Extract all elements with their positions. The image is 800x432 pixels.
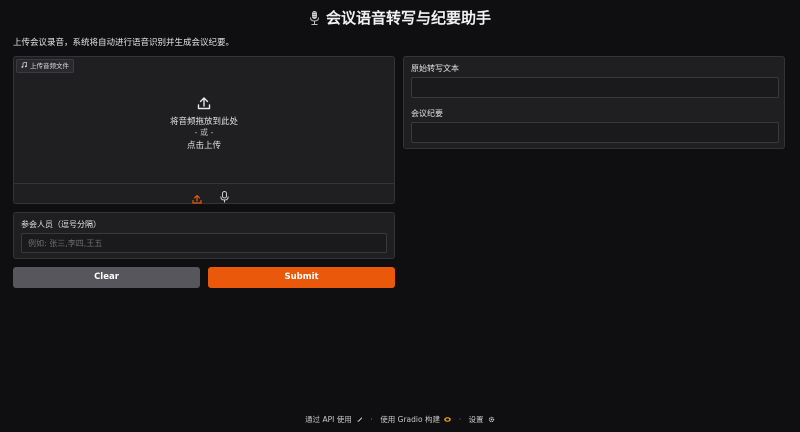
gradio-link-text: 使用 Gradio 构建 (380, 415, 440, 424)
minutes-output[interactable] (411, 122, 779, 143)
upload-source-icon[interactable] (192, 189, 202, 208)
participants-input[interactable]: 例如: 张三,李四,王五 (21, 233, 387, 253)
settings-link-text: 设置 (468, 415, 484, 424)
api-link[interactable]: 通过 API 使用 (305, 415, 365, 424)
page-title: 会议语音转写与纪要助手 (0, 7, 800, 31)
upload-icon (197, 96, 211, 113)
microphone-icon[interactable] (220, 188, 229, 207)
settings-link[interactable]: 设置 (469, 415, 495, 424)
audio-drop-zone[interactable]: 将音频拖放到此处 - 或 - 点击上传 (14, 71, 394, 183)
gear-icon (488, 416, 495, 423)
microphone-emoji-icon (309, 9, 320, 31)
participants-label: 参会人员（逗号分隔） (21, 220, 101, 229)
drop-instruction: 将音频拖放到此处 (169, 117, 238, 127)
transcript-label: 原始转写文本 (411, 64, 459, 73)
rocket-icon (356, 416, 363, 422)
submit-button[interactable]: Submit (208, 267, 395, 288)
gradio-link[interactable]: 使用 Gradio 构建 (380, 415, 453, 424)
click-to-upload-text: 点击上传 (186, 141, 221, 151)
outputs-panel: 原始转写文本 会议纪要 (403, 56, 785, 149)
minutes-label: 会议纪要 (411, 109, 443, 118)
transcript-output[interactable] (411, 77, 779, 98)
title-text: 会议语音转写与纪要助手 (325, 9, 491, 27)
audio-source-toolbar (14, 183, 394, 204)
drop-or-text: - 或 - (194, 128, 214, 137)
api-link-text: 通过 API 使用 (305, 415, 352, 424)
participants-panel: 参会人员（逗号分隔） 例如: 张三,李四,王五 (13, 212, 395, 259)
footer-separator: · (370, 415, 373, 424)
footer-separator: · (458, 415, 462, 424)
audio-upload-panel: 上传音频文件 将音频拖放到此处 - 或 - 点击上传 (13, 56, 395, 204)
footer: 通过 API 使用 · 使用 Gradio 构建 · 设置 (0, 414, 800, 425)
music-note-icon (21, 61, 27, 68)
audio-upload-label-text: 上传音频文件 (30, 62, 69, 70)
gradio-logo-icon (444, 417, 452, 422)
app-description: 上传会议录音，系统将自动进行语音识别并生成会议纪要。 (13, 38, 235, 48)
clear-button[interactable]: Clear (13, 267, 200, 288)
